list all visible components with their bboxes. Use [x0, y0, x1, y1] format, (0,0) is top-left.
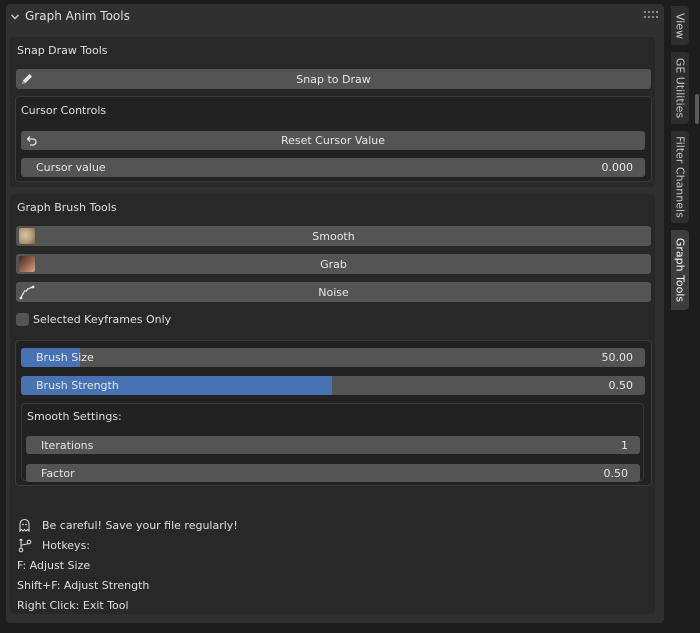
reset-cursor-value-label: Reset Cursor Value — [280, 134, 386, 147]
drag-handle-icon[interactable] — [644, 11, 658, 19]
smooth-label: Smooth — [312, 229, 355, 243]
brush-settings-section: Brush Size 50.00 Brush Strength 0.50 Smo… — [15, 340, 652, 486]
panel-title[interactable]: Graph Anim Tools — [25, 9, 130, 23]
hotkeys-title: Hotkeys: — [42, 539, 91, 552]
grab-label: Grab — [320, 257, 347, 271]
cursor-controls-title: Cursor Controls — [21, 104, 107, 117]
smooth-brush-icon — [19, 228, 35, 244]
branch-icon — [18, 538, 32, 553]
tab-ge-utilities-label: GE Utilities — [673, 57, 687, 119]
selected-keyframes-only-label[interactable]: Selected Keyframes Only — [33, 313, 171, 326]
iterations-field[interactable]: Iterations 1 — [26, 436, 640, 454]
snap-draw-tools-section: Snap Draw Tools Snap to Draw Cursor Cont… — [10, 37, 655, 187]
graph-anim-tools-panel: Graph Anim Tools Snap Draw Tools Snap to… — [6, 4, 664, 623]
cursor-value-value: 0.000 — [601, 161, 634, 174]
noise-curve-icon — [19, 285, 35, 300]
grab-button[interactable]: Grab — [16, 254, 651, 274]
smooth-settings-title: Smooth Settings: — [27, 410, 122, 423]
tab-view-label: View — [673, 12, 687, 39]
smooth-button[interactable]: Smooth — [16, 226, 651, 246]
tab-graph-tools[interactable]: Graph Tools — [671, 230, 689, 310]
brush-strength-slider[interactable]: Brush Strength 0.50 — [21, 376, 645, 395]
cursor-value-label: Cursor value — [36, 161, 106, 174]
factor-value: 0.50 — [603, 466, 629, 480]
snap-to-draw-label: Snap to Draw — [296, 72, 371, 86]
brush-size-slider[interactable]: Brush Size 50.00 — [21, 348, 645, 367]
hotkey-line: F: Adjust Size — [17, 559, 91, 572]
sidebar-tab-strip: View GE Utilities Filter Channels Graph … — [667, 0, 700, 633]
brush-strength-value: 0.50 — [608, 379, 634, 392]
ghost-icon — [19, 518, 30, 532]
grab-brush-icon — [19, 256, 35, 272]
tab-ge-utilities[interactable]: GE Utilities — [671, 52, 689, 124]
brush-size-label: Brush Size — [36, 351, 94, 364]
iterations-label: Iterations — [41, 438, 94, 452]
tab-view[interactable]: View — [671, 6, 689, 45]
snap-draw-tools-title: Snap Draw Tools — [17, 44, 108, 57]
noise-button[interactable]: Noise — [16, 282, 651, 302]
reset-cursor-value-button[interactable]: Reset Cursor Value — [21, 131, 645, 150]
cursor-value-field[interactable]: Cursor value 0.000 — [21, 158, 645, 177]
sidebar-scroll-indicator[interactable] — [695, 94, 699, 124]
smooth-settings-section: Smooth Settings: Iterations 1 Factor 0.5… — [21, 403, 644, 482]
tab-graph-tools-label: Graph Tools — [673, 237, 687, 303]
tab-filter-channels[interactable]: Filter Channels — [671, 131, 689, 223]
graph-brush-tools-title: Graph Brush Tools — [17, 201, 117, 214]
selected-keyframes-only-checkbox[interactable] — [16, 313, 29, 326]
pencil-icon — [22, 74, 32, 84]
brush-size-value: 50.00 — [601, 351, 634, 364]
warning-text: Be careful! Save your file regularly! — [42, 519, 238, 532]
graph-brush-tools-section: Graph Brush Tools Smooth Grab Noise Sele… — [10, 194, 655, 614]
factor-label: Factor — [41, 466, 75, 480]
brush-strength-label: Brush Strength — [36, 379, 119, 392]
hotkey-line: Shift+F: Adjust Strength — [17, 579, 150, 592]
undo-icon — [26, 136, 37, 146]
chevron-down-icon[interactable] — [10, 12, 20, 22]
tab-filter-channels-label: Filter Channels — [673, 136, 687, 218]
factor-field[interactable]: Factor 0.50 — [26, 464, 640, 482]
noise-label: Noise — [318, 285, 349, 299]
cursor-controls-section: Cursor Controls Reset Cursor Value Curso… — [15, 96, 652, 182]
snap-to-draw-button[interactable]: Snap to Draw — [16, 69, 651, 89]
iterations-value: 1 — [621, 438, 628, 452]
hotkey-line: Right Click: Exit Tool — [17, 599, 129, 612]
